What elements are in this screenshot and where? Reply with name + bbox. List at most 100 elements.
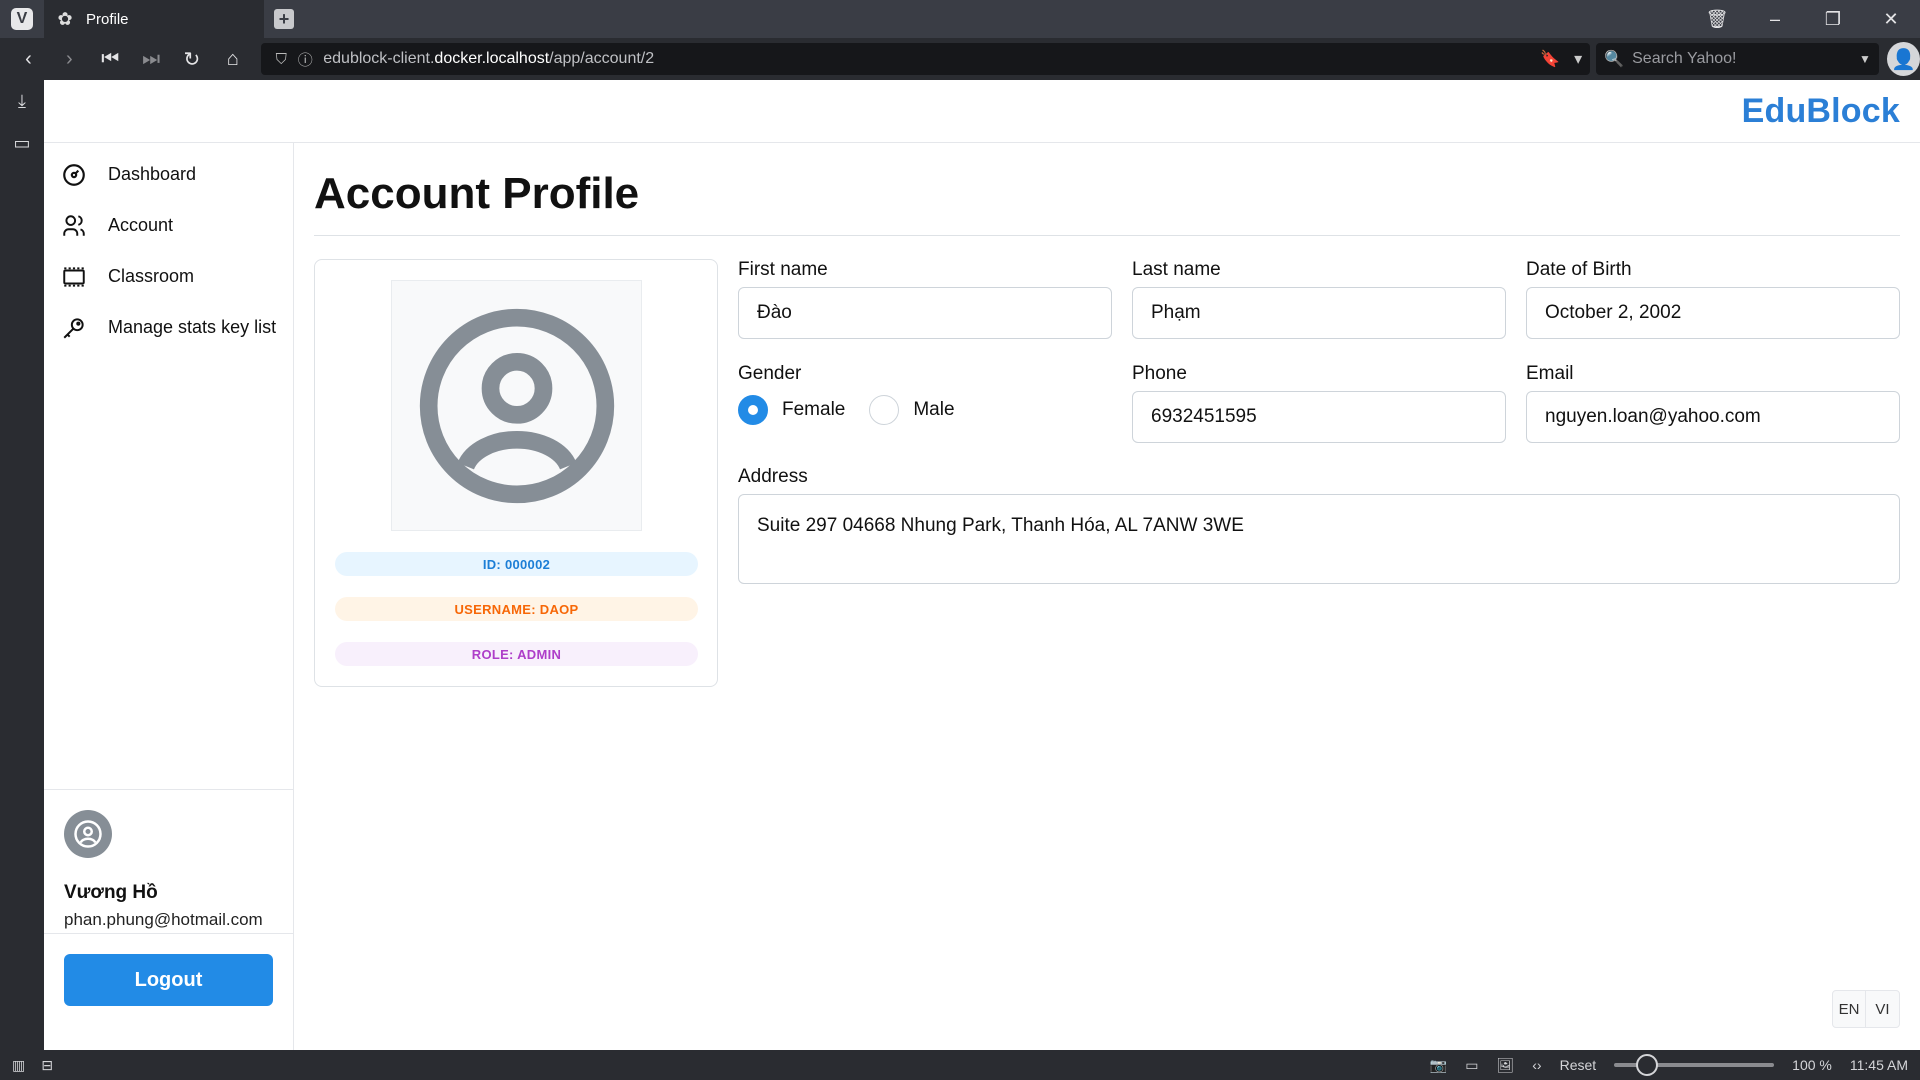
gender-female-option[interactable]: Female [738, 395, 845, 425]
female-radio[interactable] [738, 395, 768, 425]
dob-input[interactable]: October 2, 2002 [1526, 287, 1900, 339]
browser-profile-button[interactable]: 👤 [1886, 42, 1920, 76]
sidebar: Dashboard Account Classroom Manage stats… [44, 143, 294, 1050]
browser-tab-bar: V ✿ Profile + 🗑 – ❐ ✕ [0, 0, 1920, 38]
plus-icon: + [274, 9, 294, 29]
address-label: Address [738, 466, 808, 487]
dashboard-icon [60, 161, 88, 189]
address-field-group: Address Suite 297 04668 Nhung Park, Than… [738, 466, 1900, 584]
sidebar-user-section: Vương Hồ phan.phung@hotmail.com [44, 789, 294, 930]
app-header: EduBlock [44, 80, 1920, 143]
window-panel-icon[interactable]: ▭ [0, 122, 44, 164]
browser-tab[interactable]: ✿ Profile [44, 0, 264, 38]
gender-male-option[interactable]: Male [869, 395, 955, 425]
reload-button[interactable]: ↻ [172, 38, 213, 80]
panel-toggle-icon[interactable]: ▥ [12, 1057, 25, 1074]
browser-status-bar: ▥ ⊟ 📷 ▭ 🖼 ‹› Reset 100 % 11:45 AM [0, 1050, 1920, 1080]
back-button[interactable]: ‹ [8, 38, 49, 80]
home-button[interactable]: ⌂ [212, 38, 253, 80]
first-name-input[interactable]: Đào [738, 287, 1112, 339]
first-name-label: First name [738, 259, 828, 280]
search-placeholder: Search Yahoo! [1632, 50, 1737, 67]
tab-favicon-icon: ✿ [57, 8, 73, 29]
chevron-down-icon[interactable]: ▼ [1859, 52, 1871, 66]
shield-icon: ⛉ [275, 50, 287, 68]
gender-label: Gender [738, 363, 802, 384]
search-icon: 🔍 [1604, 51, 1625, 68]
dob-field-group: Date of Birth October 2, 2002 [1526, 259, 1900, 339]
tiling-icon[interactable]: ⊟ [41, 1057, 53, 1074]
url-text: edublock-client.docker.localhost/app/acc… [323, 50, 655, 67]
role-badge: ROLE: ADMIN [335, 642, 698, 666]
language-switcher: EN VI [1832, 990, 1900, 1028]
code-icon[interactable]: ‹› [1532, 1057, 1541, 1073]
dob-label: Date of Birth [1526, 259, 1632, 280]
sidebar-item-label: Classroom [108, 266, 195, 286]
classroom-icon [60, 263, 88, 291]
bookmark-icon[interactable]: 🔖 [1540, 49, 1560, 69]
minimize-button[interactable]: – [1746, 0, 1804, 38]
male-radio[interactable] [869, 395, 900, 425]
zoom-slider[interactable] [1614, 1054, 1775, 1076]
restore-button[interactable]: ❐ [1804, 0, 1862, 38]
female-label: Female [782, 399, 846, 420]
sidebar-item-label: Manage stats key list [108, 317, 277, 337]
phone-label: Phone [1132, 363, 1187, 384]
gender-field-group: Gender Female Male [738, 363, 955, 425]
window-controls: 🗑 – ❐ ✕ [1688, 0, 1920, 38]
sidebar-item-account[interactable]: Account [44, 200, 293, 251]
email-input[interactable]: nguyen.loan@yahoo.com [1526, 391, 1900, 443]
user-email: phan.phung@hotmail.com [64, 910, 263, 929]
phone-input[interactable]: 6932451595 [1132, 391, 1506, 443]
id-badge: ID: 000002 [335, 552, 698, 576]
gender-radio-group: Female Male [738, 395, 955, 425]
sidebar-item-dashboard[interactable]: Dashboard [44, 149, 293, 200]
email-label: Email [1526, 363, 1574, 384]
key-icon [60, 314, 88, 342]
email-field-group: Email nguyen.loan@yahoo.com [1526, 363, 1900, 443]
window-icon[interactable]: ▭ [1465, 1057, 1478, 1074]
profile-card: ID: 000002 USERNAME: DAOP ROLE: ADMIN [314, 259, 718, 687]
info-icon: ⓘ [297, 51, 313, 69]
rewind-button[interactable]: ⏮ [90, 38, 131, 80]
avatar[interactable] [64, 810, 112, 858]
zoom-reset-button[interactable]: Reset [1560, 1057, 1597, 1073]
zoom-level: 100 % [1792, 1057, 1832, 1073]
fast-forward-button[interactable]: ⏭ [131, 38, 172, 80]
page-title: Account Profile [314, 169, 1900, 236]
camera-icon[interactable]: 📷 [1430, 1057, 1447, 1074]
profile-avatar[interactable] [391, 280, 642, 531]
url-field[interactable]: ⛉ ⓘ edublock-client.docker.localhost/app… [261, 43, 1591, 75]
brand-logo[interactable]: EduBlock [1742, 92, 1900, 131]
sidebar-item-label: Account [108, 215, 174, 235]
user-name: Vương Hồ [64, 882, 158, 903]
tab-title: Profile [86, 10, 129, 28]
last-name-field-group: Last name Phạm [1132, 259, 1506, 339]
image-icon[interactable]: 🖼 [1496, 1057, 1514, 1074]
sidebar-item-classroom[interactable]: Classroom [44, 251, 293, 302]
language-en-button[interactable]: EN [1833, 991, 1866, 1027]
clock: 11:45 AM [1849, 1057, 1908, 1073]
main-content: Account Profile ID: 000002 USERNAME: DAO… [314, 143, 1900, 687]
sidebar-item-manage-stats-keys[interactable]: Manage stats key list [44, 302, 293, 353]
chevron-down-icon[interactable]: ▾ [1574, 49, 1582, 69]
search-field[interactable]: 🔍 Search Yahoo! ▼ [1596, 43, 1879, 75]
close-window-button[interactable]: ✕ [1862, 0, 1920, 38]
username-badge: USERNAME: DAOP [335, 597, 698, 621]
new-tab-button[interactable]: + [264, 0, 304, 38]
app-page: EduBlock Dashboard Account Classroom Man… [44, 80, 1920, 1050]
logout-section: Logout [44, 933, 294, 1006]
language-vi-button[interactable]: VI [1866, 991, 1899, 1027]
user-icon: 👤 [1890, 48, 1916, 71]
browser-side-panel: ⤓ ▭ [0, 80, 44, 1050]
download-icon[interactable]: ⤓ [0, 80, 44, 122]
logout-button[interactable]: Logout [64, 954, 273, 1006]
sidebar-item-label: Dashboard [108, 164, 197, 184]
trash-icon[interactable]: 🗑 [1688, 0, 1746, 38]
vivaldi-logo-icon: V [11, 8, 33, 30]
zoom-slider-handle[interactable] [1636, 1054, 1659, 1076]
forward-button[interactable]: › [49, 38, 90, 80]
address-textarea[interactable]: Suite 297 04668 Nhung Park, Thanh Hóa, A… [738, 494, 1900, 584]
vivaldi-menu-button[interactable]: V [0, 0, 44, 38]
last-name-input[interactable]: Phạm [1132, 287, 1506, 339]
